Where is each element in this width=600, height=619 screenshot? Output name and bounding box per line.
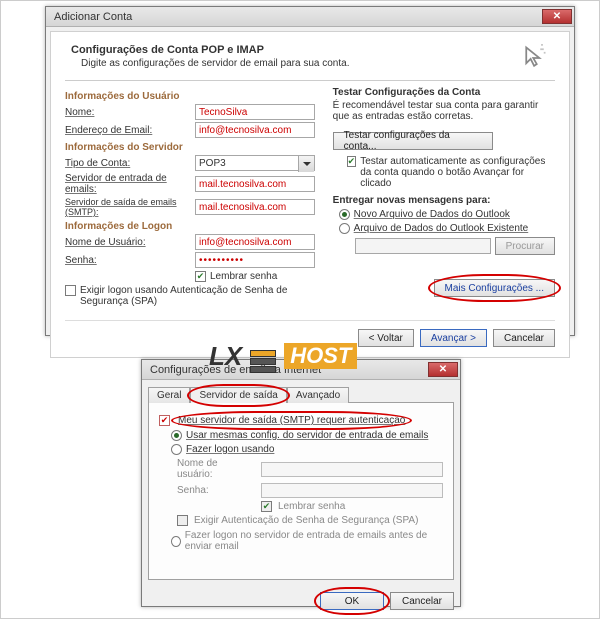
label-email: Endereço de Email:	[65, 125, 195, 136]
outgoing-server-input[interactable]: mail.tecnosilva.com	[195, 199, 315, 215]
cursor-icon	[521, 44, 549, 72]
password-input[interactable]	[261, 483, 443, 498]
remember-label: Lembrar senha	[210, 271, 277, 282]
label-username: Nome de usuário:	[177, 458, 255, 480]
label-password: Senha:	[177, 485, 255, 496]
login-before-send-label: Fazer logon no servidor de entrada de em…	[185, 530, 443, 552]
test-title: Testar Configurações da Conta	[333, 87, 555, 98]
remember-label: Lembrar senha	[278, 501, 345, 512]
auto-test-checkbox[interactable]: ✔	[347, 156, 357, 167]
test-desc: É recomendável testar sua conta para gar…	[333, 100, 555, 122]
spa-checkbox[interactable]	[177, 515, 188, 526]
label-incoming: Servidor de entrada de emails:	[65, 173, 195, 195]
tab-advanced[interactable]: Avançado	[287, 387, 349, 403]
browse-button[interactable]: Procurar	[495, 237, 555, 255]
titlebar: Adicionar Conta ✕	[46, 7, 574, 27]
email-settings-dialog: Configurações de email na Internet ✕ Ger…	[141, 359, 461, 607]
ok-button[interactable]: OK	[320, 592, 384, 610]
chevron-down-icon[interactable]	[298, 156, 314, 172]
same-settings-label: Usar mesmas config. do servidor de entra…	[186, 430, 428, 441]
tab-outgoing-server[interactable]: Servidor de saída	[190, 387, 286, 403]
test-settings-button[interactable]: Testar configurações da conta...	[333, 132, 493, 150]
header-title: Configurações de Conta POP e IMAP	[71, 44, 349, 56]
name-input[interactable]: TecnoSilva	[195, 104, 315, 120]
close-icon[interactable]: ✕	[428, 362, 458, 377]
logon-using-radio[interactable]	[171, 444, 182, 455]
same-settings-radio[interactable]	[171, 430, 182, 441]
more-settings-button[interactable]: Mais Configurações ...	[434, 279, 556, 297]
label-username: Nome de Usuário:	[65, 237, 195, 248]
logon-using-label: Fazer logon usando	[186, 444, 274, 455]
label-outgoing: Servidor de saída de emails (SMTP):	[65, 197, 195, 217]
spa-label: Exigir Autenticação de Senha de Seguranç…	[194, 515, 418, 526]
existing-datafile-label: Arquivo de Dados do Outlook Existente	[354, 223, 529, 234]
cancel-button[interactable]: Cancelar	[390, 592, 454, 610]
username-input[interactable]: info@tecnosilva.com	[195, 234, 315, 250]
section-user: Informações do Usuário	[65, 91, 321, 102]
tab-general[interactable]: Geral	[148, 387, 190, 403]
new-datafile-label: Novo Arquivo de Dados do Outlook	[354, 209, 510, 220]
window-title: Adicionar Conta	[54, 11, 132, 23]
section-server: Informações do Servidor	[65, 142, 321, 153]
smtp-auth-checkbox[interactable]: ✔	[159, 415, 170, 426]
incoming-server-input[interactable]: mail.tecnosilva.com	[195, 176, 315, 192]
deliver-title: Entregar novas mensagens para:	[333, 195, 555, 206]
existing-datafile-radio[interactable]	[339, 223, 350, 234]
datafile-path-input[interactable]	[355, 238, 491, 254]
email-input[interactable]: info@tecnosilva.com	[195, 122, 315, 138]
label-name: Nome:	[65, 107, 195, 118]
section-logon: Informações de Logon	[65, 221, 321, 232]
login-before-send-radio[interactable]	[171, 536, 181, 547]
lxhost-logo: LX HOST	[209, 334, 369, 378]
cancel-button[interactable]: Cancelar	[493, 329, 555, 347]
auto-test-label: Testar automaticamente as configurações …	[360, 156, 555, 189]
username-input[interactable]	[261, 462, 443, 477]
header-subtitle: Digite as configurações de servidor de e…	[81, 58, 349, 69]
new-datafile-radio[interactable]	[339, 209, 350, 220]
remember-checkbox[interactable]: ✔	[195, 271, 206, 282]
label-password: Senha:	[65, 255, 195, 266]
spa-checkbox[interactable]	[65, 285, 76, 296]
smtp-auth-label: Meu servidor de saída (SMTP) requer aute…	[174, 414, 409, 427]
label-type: Tipo de Conta:	[65, 158, 195, 169]
add-account-dialog: Adicionar Conta ✕ Configurações de Conta…	[45, 6, 575, 336]
password-input[interactable]: ••••••••••	[195, 252, 315, 268]
next-button[interactable]: Avançar >	[420, 329, 487, 347]
account-type-select[interactable]: POP3	[195, 155, 315, 171]
spa-label: Exigir logon usando Autenticação de Senh…	[80, 285, 310, 307]
close-icon[interactable]: ✕	[542, 9, 572, 24]
remember-checkbox[interactable]: ✔	[261, 501, 272, 512]
